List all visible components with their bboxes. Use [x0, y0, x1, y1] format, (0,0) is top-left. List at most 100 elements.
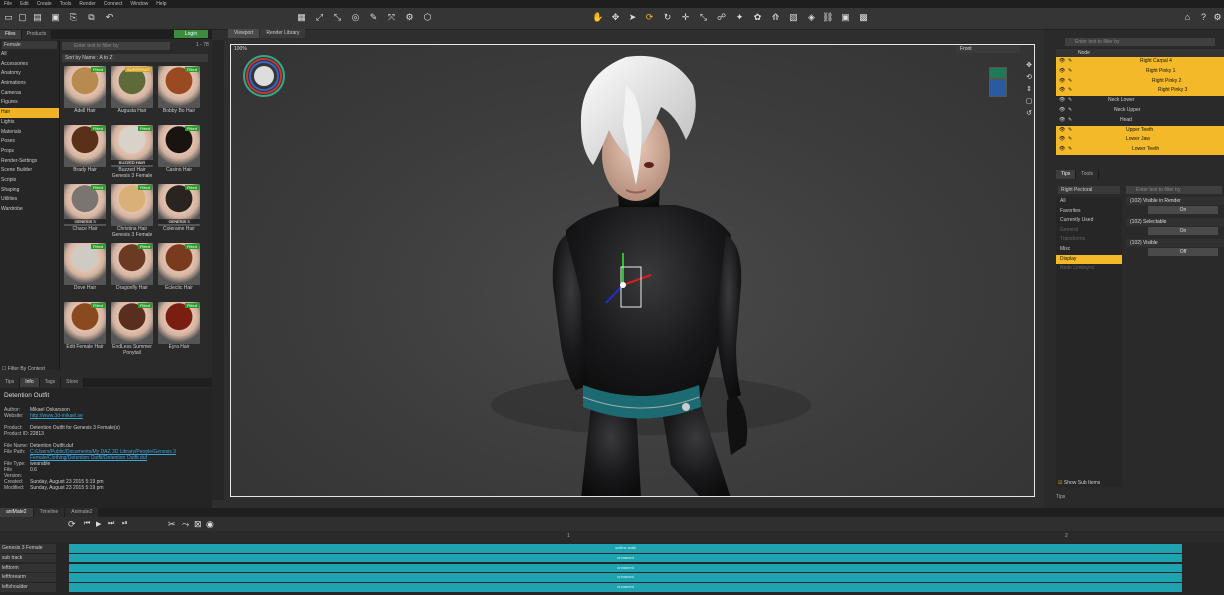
merge-icon[interactable]: ⎘: [68, 12, 79, 23]
login-button[interactable]: Login: [174, 30, 208, 38]
track-name[interactable]: lefttorm: [0, 563, 56, 573]
pointer-icon[interactable]: ➤: [627, 12, 638, 23]
scene-node[interactable]: 👁 ✎ Right Pinky 1: [1056, 66, 1224, 77]
category-materials[interactable]: Materials: [0, 128, 59, 138]
render-icon[interactable]: ▩: [858, 12, 869, 23]
param-group[interactable]: Display: [1056, 254, 1122, 265]
category-props[interactable]: Props: [0, 147, 59, 157]
visibility-eye-icon[interactable]: 👁: [1059, 106, 1065, 116]
hand-tool-icon[interactable]: ✋: [592, 12, 603, 23]
track-clip[interactable]: unnamed: [69, 583, 1182, 592]
undo-icon[interactable]: ↶: [104, 12, 115, 23]
category-accessories[interactable]: Accessories: [0, 60, 59, 70]
track-name[interactable]: sub track: [0, 553, 56, 563]
category-poses[interactable]: Poses: [0, 137, 59, 147]
website-link[interactable]: http://www.3d-mikael.se: [30, 413, 83, 419]
track-name[interactable]: leftforearm: [0, 573, 56, 582]
go-start-icon[interactable]: ⏮: [84, 520, 90, 528]
scene-filter-input[interactable]: Enter text to filter by: [1065, 38, 1215, 46]
menu-tools[interactable]: Tools: [60, 1, 72, 7]
play-icon[interactable]: ▶: [96, 520, 101, 528]
scene-node[interactable]: 👁 ✎ Lower Jaw: [1056, 135, 1224, 146]
tool-7-icon[interactable]: ⚙: [404, 12, 415, 23]
visibility-eye-icon[interactable]: 👁: [1059, 135, 1065, 145]
node-lock-icon[interactable]: ✎: [1068, 86, 1072, 96]
content-item[interactable]: Fitted Eclectic Hair: [158, 243, 200, 293]
node-lock-icon[interactable]: ✎: [1068, 145, 1072, 155]
menu-render[interactable]: Render: [79, 1, 95, 7]
tool-2-icon[interactable]: ⤢: [314, 12, 325, 23]
settings-icon[interactable]: ⚙: [1212, 12, 1223, 23]
tool-1-icon[interactable]: ▦: [296, 12, 307, 23]
tab-products[interactable]: Products: [21, 30, 53, 39]
category-render-settings[interactable]: Render-Settings: [0, 157, 59, 167]
param-group[interactable]: Node Limbsync: [1056, 264, 1122, 274]
scene-node[interactable]: 👁 ✎ Lower Teeth: [1056, 145, 1224, 155]
paint-tool-icon[interactable]: ✿: [752, 12, 763, 23]
track-name[interactable]: Genesis 3 Female: [0, 544, 56, 553]
node-lock-icon[interactable]: ✎: [1068, 135, 1072, 145]
param-group[interactable]: General: [1056, 226, 1122, 236]
category-anatomy[interactable]: Anatomy: [0, 69, 59, 79]
tab-animate2[interactable]: Animate2: [65, 508, 99, 517]
target-icon[interactable]: ◉: [206, 519, 214, 530]
node-lock-icon[interactable]: ✎: [1068, 67, 1072, 77]
node-lock-icon[interactable]: ✎: [1068, 106, 1072, 116]
menu-edit[interactable]: Edit: [20, 1, 29, 7]
property-toggle[interactable]: On: [1148, 227, 1218, 235]
content-item[interactable]: Fitted Christina Hair Genesis 3 Female: [111, 184, 153, 238]
category-hair[interactable]: Hair: [0, 108, 59, 118]
universal-tool-icon[interactable]: ✥: [610, 12, 621, 23]
step-icon[interactable]: ⏯: [122, 520, 128, 528]
menu-create[interactable]: Create: [37, 1, 52, 7]
track-clip[interactable]: outline-walk: [69, 544, 1182, 553]
node-lock-icon[interactable]: ✎: [1068, 77, 1072, 87]
track-clip[interactable]: unnamed: [69, 563, 1182, 573]
menu-file[interactable]: File: [4, 1, 12, 7]
content-item[interactable]: Fitted Casino Hair: [158, 125, 200, 175]
tab-tips[interactable]: Tips: [0, 378, 21, 387]
copy-icon[interactable]: ⧉: [86, 12, 97, 23]
visibility-eye-icon[interactable]: 👁: [1059, 96, 1065, 106]
camera-dropdown[interactable]: Front: [956, 45, 1020, 53]
menu-window[interactable]: Window: [130, 1, 148, 7]
show-sub-items[interactable]: ☑ Show Sub Items: [1058, 480, 1100, 486]
joint-tool-icon[interactable]: ⟰: [770, 12, 781, 23]
pan-icon[interactable]: ✥: [1024, 60, 1034, 72]
scene-node[interactable]: 👁 ✎ Right Pinky 3: [1056, 86, 1224, 97]
content-item[interactable]: Fitted Brady Hair: [64, 125, 106, 175]
category-scene-builder[interactable]: Scene Builder: [0, 166, 59, 176]
shaping-tool-icon[interactable]: ◈: [806, 12, 817, 23]
tab-viewport[interactable]: Viewport: [228, 29, 260, 38]
category-cameras[interactable]: Cameras: [0, 89, 59, 99]
param-group[interactable]: Favorites: [1056, 207, 1122, 217]
node-lock-icon[interactable]: ✎: [1068, 126, 1072, 136]
visibility-eye-icon[interactable]: 👁: [1059, 77, 1065, 87]
scene-node[interactable]: 👁 ✎ Neck Upper: [1056, 106, 1224, 116]
lock-icon[interactable]: ▣: [840, 12, 851, 23]
param-group[interactable]: All: [1056, 197, 1122, 207]
orbit-icon[interactable]: ⟲: [1024, 72, 1034, 84]
content-item[interactable]: Fitted GENESIS 3 Chace Hair: [64, 184, 106, 234]
category-shaping[interactable]: Shaping: [0, 186, 59, 196]
scene-node[interactable]: 👁 ✎ Head: [1056, 116, 1224, 126]
content-item[interactable]: Fitted Edit Female Hair: [64, 302, 106, 352]
node-lock-icon[interactable]: ✎: [1068, 57, 1072, 67]
parameter-node-dropdown[interactable]: Right Pectoral: [1058, 186, 1120, 194]
loop-icon[interactable]: ⟳: [68, 519, 76, 530]
tab-tags[interactable]: Tags: [39, 378, 62, 387]
3d-viewport[interactable]: [230, 44, 1035, 497]
property-toggle[interactable]: On: [1148, 206, 1218, 214]
keyframe-tool-icon[interactable]: ✂: [168, 519, 176, 530]
geometry-tool-icon[interactable]: ▧: [788, 12, 799, 23]
tool-8-icon[interactable]: ⬡: [422, 12, 433, 23]
graph-tool-icon[interactable]: ⤳: [182, 519, 189, 530]
tool-5-icon[interactable]: ✎: [368, 12, 379, 23]
tab-animate2[interactable]: aniMate2: [0, 508, 33, 517]
orbit-icon[interactable]: ↻: [662, 12, 673, 23]
param-group[interactable]: Transforms: [1056, 235, 1122, 245]
param-group[interactable]: Currently Used: [1056, 216, 1122, 226]
category-scripts[interactable]: Scripts: [0, 176, 59, 186]
link-tool-icon[interactable]: ⛓: [822, 12, 833, 23]
content-item[interactable]: Fitted Adell Hair: [64, 66, 106, 116]
